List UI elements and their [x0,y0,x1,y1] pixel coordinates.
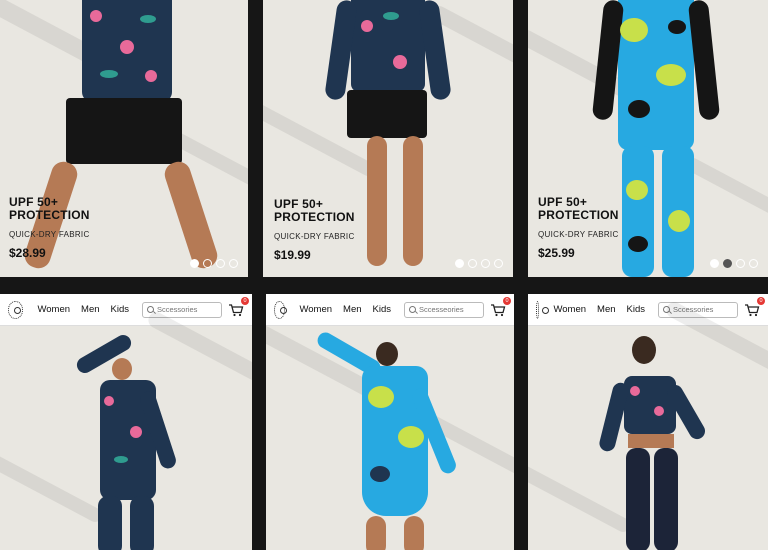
top-nav: Women Men Kids 0 [528,294,768,326]
nav-link-men[interactable]: Men [81,304,99,315]
search-input[interactable] [419,305,483,314]
carousel-dot[interactable] [749,259,758,268]
nav-link-men[interactable]: Men [343,304,361,315]
carousel-dot[interactable] [723,259,732,268]
product-card-3[interactable]: UPF 50+ PROTECTION QUICK-DRY FABRIC $25.… [528,0,768,277]
cart-icon [491,303,506,316]
carousel-dot[interactable] [710,259,719,268]
promo-block-2: UPF 50+ PROTECTION QUICK-DRY FABRIC $19.… [274,198,355,263]
carousel-indicator[interactable] [455,259,503,268]
nav-link-kids[interactable]: Kids [373,304,391,315]
logo-icon[interactable] [536,300,552,319]
search-box[interactable] [404,301,484,318]
app-screen-2: Women Men Kids 0 [266,294,514,550]
promo-subtitle: QUICK-DRY FABRIC [9,230,90,239]
product-price: $19.99 [274,248,311,262]
product-image-6 [528,299,768,550]
promo-title-line2: PROTECTION [538,208,619,222]
nav-link-women[interactable]: Women [553,304,586,315]
cart-icon [229,303,244,316]
cart-count-badge: 0 [241,296,249,305]
search-input[interactable] [157,305,221,314]
product-price: $28.99 [9,246,46,260]
nav-link-women[interactable]: Women [37,304,70,315]
search-icon [409,306,416,313]
nav-link-women[interactable]: Women [299,304,332,315]
nav-link-men[interactable]: Men [597,304,615,315]
cart-button[interactable]: 0 [744,296,765,317]
carousel-dot[interactable] [229,259,238,268]
cart-button[interactable]: 0 [228,296,249,317]
carousel-dot[interactable] [190,259,199,268]
nav-link-kids[interactable]: Kids [627,304,645,315]
app-screen-3: Women Men Kids 0 [528,294,768,550]
carousel-dot[interactable] [216,259,225,268]
promo-block-1: UPF 50+ PROTECTION QUICK-DRY FABRIC $28.… [9,196,90,261]
promo-title-line2: PROTECTION [9,208,90,222]
product-image-4 [0,309,252,550]
carousel-dot[interactable] [494,259,503,268]
cart-count-badge: 0 [503,296,511,305]
product-card-2[interactable]: UPF 50+ PROTECTION QUICK-DRY FABRIC $19.… [263,0,513,277]
promo-title-line2: PROTECTION [274,210,355,224]
product-card-1[interactable]: UPF 50+ PROTECTION QUICK-DRY FABRIC $28.… [0,0,248,277]
carousel-dot[interactable] [481,259,490,268]
cart-count-badge: 0 [757,296,765,305]
product-image-5 [266,317,514,550]
carousel-dot[interactable] [203,259,212,268]
top-nav: Women Men Kids 0 [0,294,252,326]
logo-icon[interactable] [274,300,288,319]
carousel-indicator[interactable] [710,259,758,268]
promo-subtitle: QUICK-DRY FABRIC [538,230,619,239]
top-nav: Women Men Kids 0 [266,294,514,326]
logo-icon[interactable] [8,300,24,319]
cart-button[interactable]: 0 [490,296,511,317]
carousel-dot[interactable] [468,259,477,268]
carousel-indicator[interactable] [190,259,238,268]
nav-link-kids[interactable]: Kids [111,304,129,315]
promo-block-3: UPF 50+ PROTECTION QUICK-DRY FABRIC $25.… [538,196,619,261]
carousel-dot[interactable] [736,259,745,268]
promo-subtitle: QUICK-DRY FABRIC [274,232,355,241]
cart-icon [745,303,760,316]
app-screen-1: Women Men Kids 0 [0,294,252,550]
product-price: $25.99 [538,246,575,260]
carousel-dot[interactable] [455,259,464,268]
